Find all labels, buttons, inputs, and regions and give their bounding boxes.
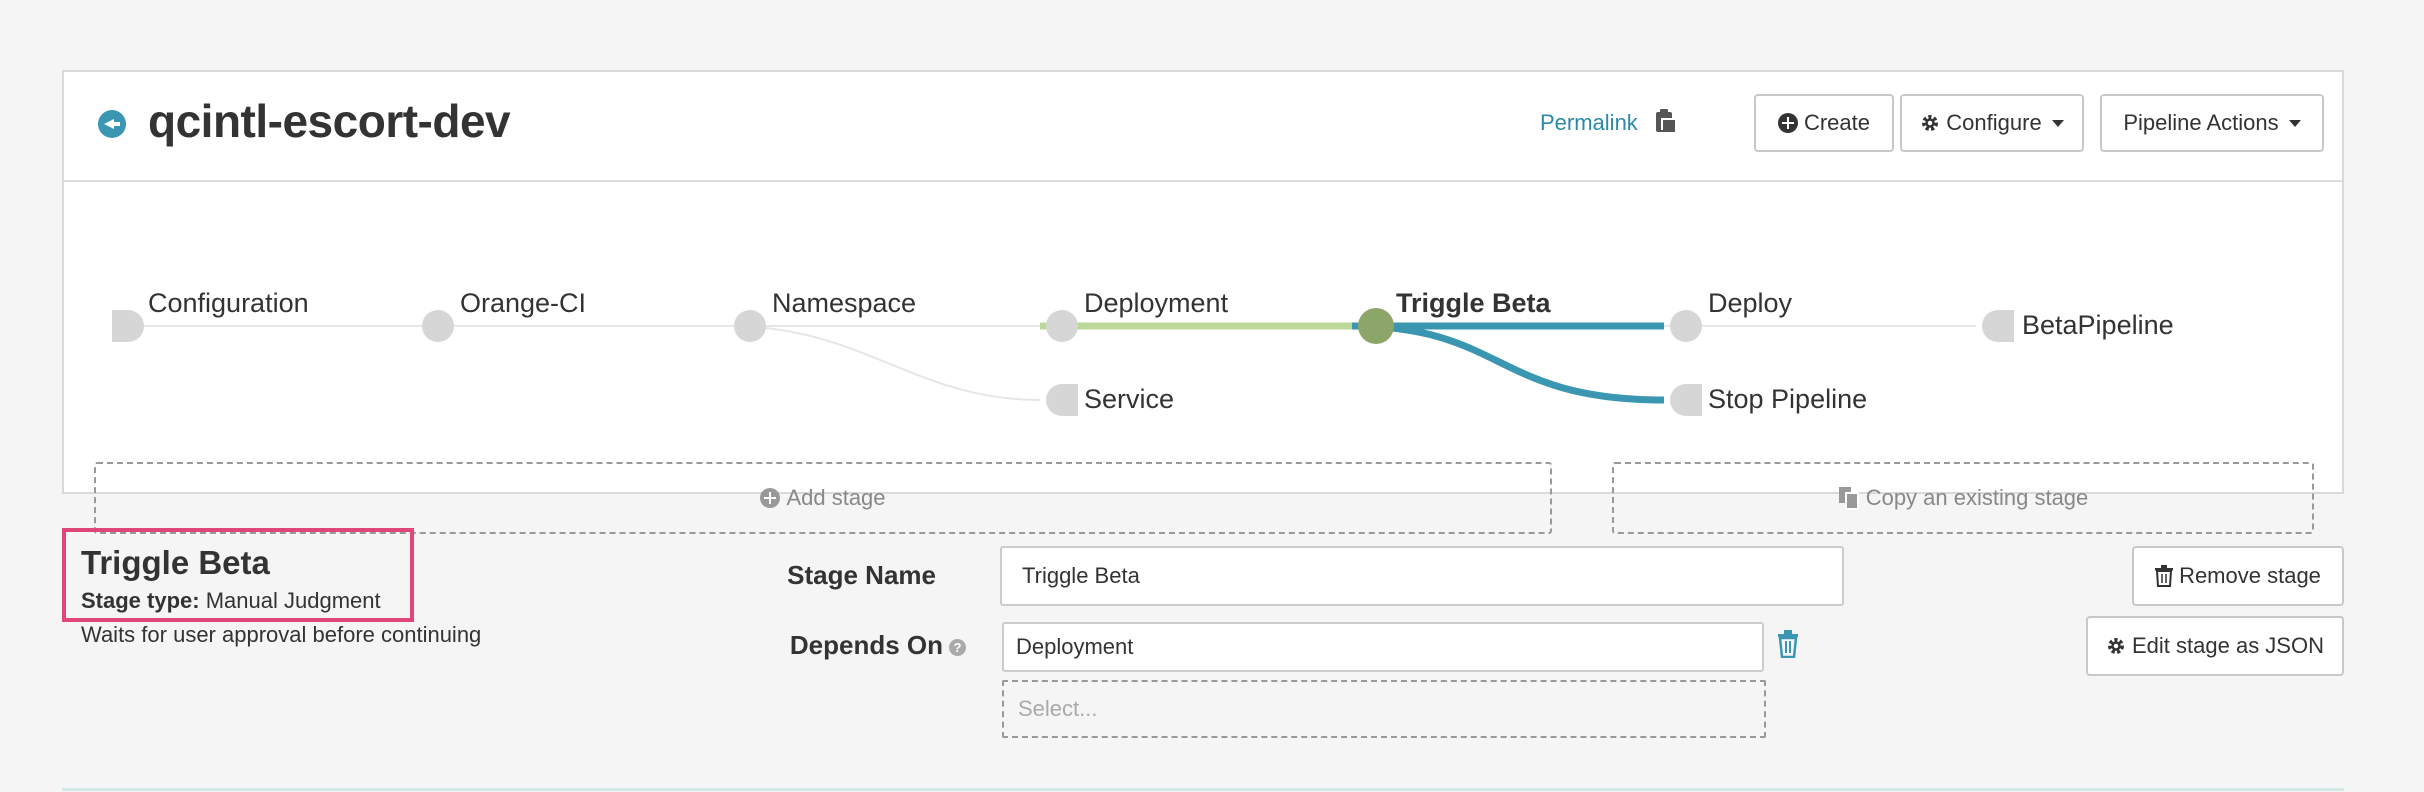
stage-name-label: Stage Name <box>787 560 936 590</box>
chevron-down-icon <box>2051 119 2064 127</box>
gear-icon <box>1922 115 1939 131</box>
stage-title: Triggle Beta <box>81 544 270 581</box>
stage-label-betapipeline[interactable]: BetaPipeline <box>2022 310 2174 341</box>
copy-icon <box>1838 487 1859 510</box>
edit-json-button[interactable]: Edit stage as JSON <box>2086 616 2344 676</box>
stage-label-orange-ci[interactable]: Orange-CI <box>460 288 586 319</box>
stage-node-deployment[interactable] <box>1046 310 1078 342</box>
add-stage-button[interactable]: Add stage <box>94 462 1552 534</box>
stage-node-stop-pipeline[interactable] <box>1670 384 1702 416</box>
stage-label-deployment[interactable]: Deployment <box>1084 288 1228 319</box>
add-stage-label: Add stage <box>786 485 886 510</box>
trash-icon[interactable] <box>1776 630 1800 658</box>
pipeline-actions-label: Pipeline Actions <box>2123 110 2279 135</box>
plus-circle-icon <box>1777 113 1798 133</box>
plus-circle-icon <box>760 488 781 508</box>
copy-stage-button[interactable]: Copy an existing stage <box>1612 462 2314 534</box>
stage-node-service[interactable] <box>1046 384 1078 416</box>
stage-type: Stage type: Manual Judgment <box>81 588 381 614</box>
pipeline-actions-button[interactable]: Pipeline Actions <box>2100 94 2324 152</box>
stage-node-configuration[interactable] <box>112 310 144 342</box>
stage-node-namespace[interactable] <box>734 310 766 342</box>
trash-icon <box>2155 565 2174 587</box>
section-divider <box>62 788 2344 791</box>
back-arrow-icon[interactable] <box>98 110 126 138</box>
gear-icon <box>2108 638 2124 654</box>
depends-on-label-text: Depends On <box>789 630 943 660</box>
pipeline-panel: qcintl-escort-dev Permalink Create Confi… <box>62 70 2344 534</box>
stage-label-configuration[interactable]: Configuration <box>148 288 309 319</box>
depends-on-select[interactable]: Select... <box>1002 680 1766 738</box>
configure-button-label: Configure <box>1946 110 2042 135</box>
copy-stage-label: Copy an existing stage <box>1865 485 2089 510</box>
stage-label-stop-pipeline[interactable]: Stop Pipeline <box>1708 384 1867 415</box>
stage-type-label: Stage type: <box>81 588 200 613</box>
configure-button[interactable]: Configure <box>1900 94 2084 152</box>
stage-label-deploy[interactable]: Deploy <box>1708 288 1792 319</box>
chevron-down-icon <box>2288 119 2301 127</box>
stage-name-input[interactable]: Triggle Beta <box>1000 546 1844 606</box>
pipeline-header: qcintl-escort-dev Permalink Create Confi… <box>64 72 2342 182</box>
stage-node-deploy[interactable] <box>1670 310 1702 342</box>
stage-label-triggle-beta[interactable]: Triggle Beta <box>1396 288 1551 319</box>
stage-type-value: Manual Judgment <box>205 588 381 613</box>
depends-on-label: Depends On? <box>700 630 966 661</box>
permalink-link[interactable]: Permalink <box>1540 110 1638 136</box>
clipboard-icon[interactable] <box>1654 108 1676 134</box>
create-button[interactable]: Create <box>1754 94 1894 152</box>
stage-label-namespace[interactable]: Namespace <box>772 288 916 319</box>
help-icon[interactable]: ? <box>949 638 966 656</box>
remove-stage-button[interactable]: Remove stage <box>2132 546 2344 606</box>
stage-label-service[interactable]: Service <box>1084 384 1174 415</box>
stage-node-triggle-beta[interactable] <box>1358 308 1394 344</box>
edit-json-label: Edit stage as JSON <box>2132 633 2324 658</box>
depends-on-field[interactable]: Deployment <box>1002 622 1764 672</box>
create-button-label: Create <box>1803 110 1871 135</box>
stage-description: Waits for user approval before continuin… <box>81 622 482 647</box>
pipeline-graph: Configuration Orange-CI Namespace Deploy… <box>64 182 2342 534</box>
remove-stage-label: Remove stage <box>2179 563 2321 588</box>
stage-node-orange-ci[interactable] <box>422 310 454 342</box>
pipeline-title: qcintl-escort-dev <box>148 95 511 147</box>
stage-node-betapipeline[interactable] <box>1982 310 2014 342</box>
